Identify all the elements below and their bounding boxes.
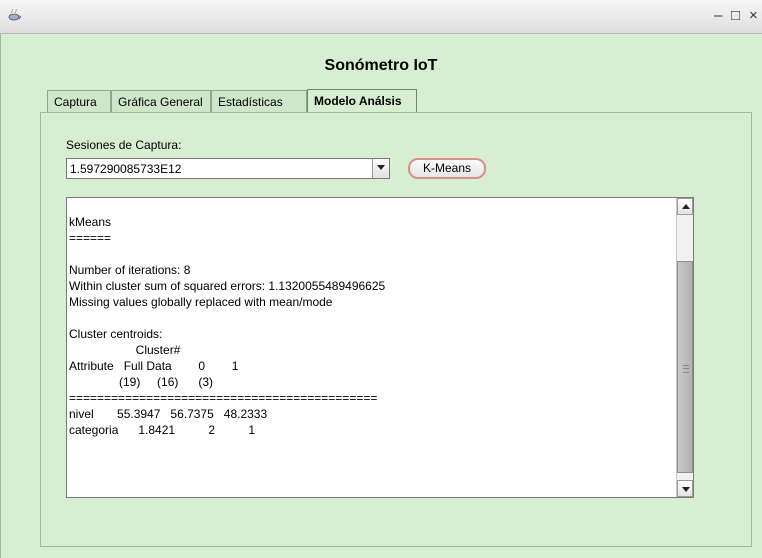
tab-grafica-general[interactable]: Gráfica General xyxy=(111,90,211,112)
sessions-selected-value: 1.597290085733E12 xyxy=(70,162,182,176)
results-textarea[interactable]: kMeans ====== Number of iterations: 8 Wi… xyxy=(66,197,694,498)
scroll-up-button[interactable] xyxy=(677,198,693,215)
scroll-down-button[interactable] xyxy=(677,480,693,497)
dropdown-arrow-button[interactable] xyxy=(372,159,389,178)
java-cup-icon xyxy=(8,9,21,21)
tab-modelo-analsis[interactable]: Modelo Análsis xyxy=(307,89,417,112)
kmeans-output-text: kMeans ====== Number of iterations: 8 Wi… xyxy=(69,215,386,437)
tab-captura[interactable]: Captura xyxy=(47,90,111,112)
vertical-scrollbar[interactable] xyxy=(676,198,693,497)
arrow-down-icon xyxy=(682,487,690,492)
sessions-label: Sesiones de Captura: xyxy=(66,138,182,152)
minimize-button[interactable]: – xyxy=(714,8,722,24)
tab-estadisticas[interactable]: Estadísticas xyxy=(211,90,307,112)
grip-icon xyxy=(683,365,689,373)
page-title: Sonómetro IoT xyxy=(324,57,438,74)
kmeans-button[interactable]: K-Means xyxy=(408,158,486,179)
window-titlebar: – □ × xyxy=(0,0,762,34)
close-button[interactable]: × xyxy=(749,8,758,24)
maximize-button[interactable]: □ xyxy=(731,8,740,24)
chevron-down-icon xyxy=(377,165,385,170)
scrollbar-thumb[interactable] xyxy=(677,261,693,473)
arrow-up-icon xyxy=(682,204,690,209)
sessions-combobox[interactable]: 1.597290085733E12 xyxy=(66,158,390,179)
